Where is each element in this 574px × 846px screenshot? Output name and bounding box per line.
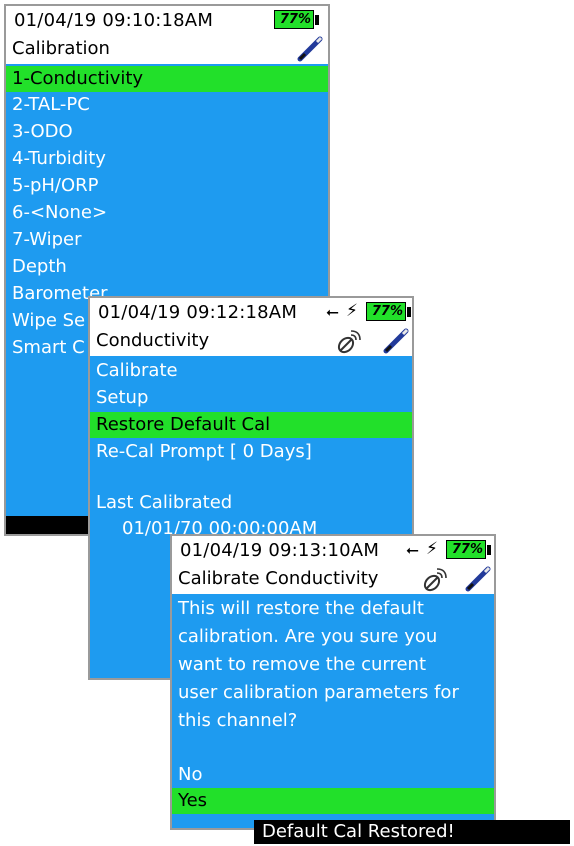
menu-item-recal-prompt[interactable]: Re-Cal Prompt [ 0 Days] [90, 439, 412, 465]
charging-icon: ⚡ [346, 301, 358, 321]
battery-indicator: 77% [366, 302, 411, 321]
menu-item-ph-orp[interactable]: 5-pH/ORP [6, 173, 328, 199]
charging-icon: ⚡ [426, 539, 438, 559]
menu-item-wiper[interactable]: 7-Wiper [6, 227, 328, 253]
datetime: 01/04/19 09:10:18AM [14, 10, 214, 31]
status-bar: 01/04/19 09:13:10AM ⭠ ⚡ 77% [172, 536, 494, 564]
datetime: 01/04/19 09:13:10AM [180, 540, 380, 561]
menu-item-turbidity[interactable]: 4-Turbidity [6, 146, 328, 172]
title-bar: Calibrate Conductivity [172, 564, 494, 594]
satellite-icon [423, 568, 447, 592]
menu-item-tal-pc[interactable]: 2-TAL-PC [6, 92, 328, 118]
option-no[interactable]: No [172, 762, 494, 788]
title-bar: Conductivity [90, 326, 412, 356]
battery-indicator: 77% [446, 540, 491, 559]
menu-item-odo[interactable]: 3-ODO [6, 119, 328, 145]
page-title: Conductivity [96, 330, 210, 351]
menu-item-restore-default-cal[interactable]: Restore Default Cal [90, 412, 412, 438]
usb-icon: ⭠ [326, 302, 339, 321]
satellite-icon [337, 330, 361, 354]
toast-message: Default Cal Restored! [254, 820, 570, 844]
menu-item-calibrate[interactable]: Calibrate [90, 358, 412, 384]
pen-icon [297, 36, 323, 62]
option-yes[interactable]: Yes [172, 788, 494, 814]
title-bar: Calibration [6, 34, 328, 64]
message-line-5: this channel? [178, 710, 298, 731]
message-line-1: This will restore the default [178, 598, 424, 619]
status-bar: 01/04/19 09:12:18AM ⭠ ⚡ 77% [90, 298, 412, 326]
page-title: Calibration [12, 38, 110, 59]
message-line-2: calibration. Are you sure you [178, 626, 438, 647]
menu-item-setup[interactable]: Setup [90, 385, 412, 411]
datetime: 01/04/19 09:12:18AM [98, 302, 298, 323]
page-title: Calibrate Conductivity [178, 568, 379, 589]
battery-indicator: 77% [274, 10, 319, 29]
pen-icon [383, 328, 409, 354]
message-line-3: want to remove the current [178, 654, 427, 675]
last-calibrated-label: Last Calibrated [96, 492, 233, 513]
status-bar: 01/04/19 09:10:18AM 77% [6, 6, 328, 34]
usb-icon: ⭠ [406, 540, 419, 559]
message-line-4: user calibration parameters for [178, 682, 459, 703]
menu-item-depth[interactable]: Depth [6, 254, 328, 280]
menu-item-conductivity[interactable]: 1-Conductivity [6, 66, 328, 92]
calibrate-conductivity-dialog: 01/04/19 09:13:10AM ⭠ ⚡ 77% Calibrate Co… [170, 534, 496, 830]
menu-item-none[interactable]: 6-<None> [6, 200, 328, 226]
pen-icon [465, 566, 491, 592]
